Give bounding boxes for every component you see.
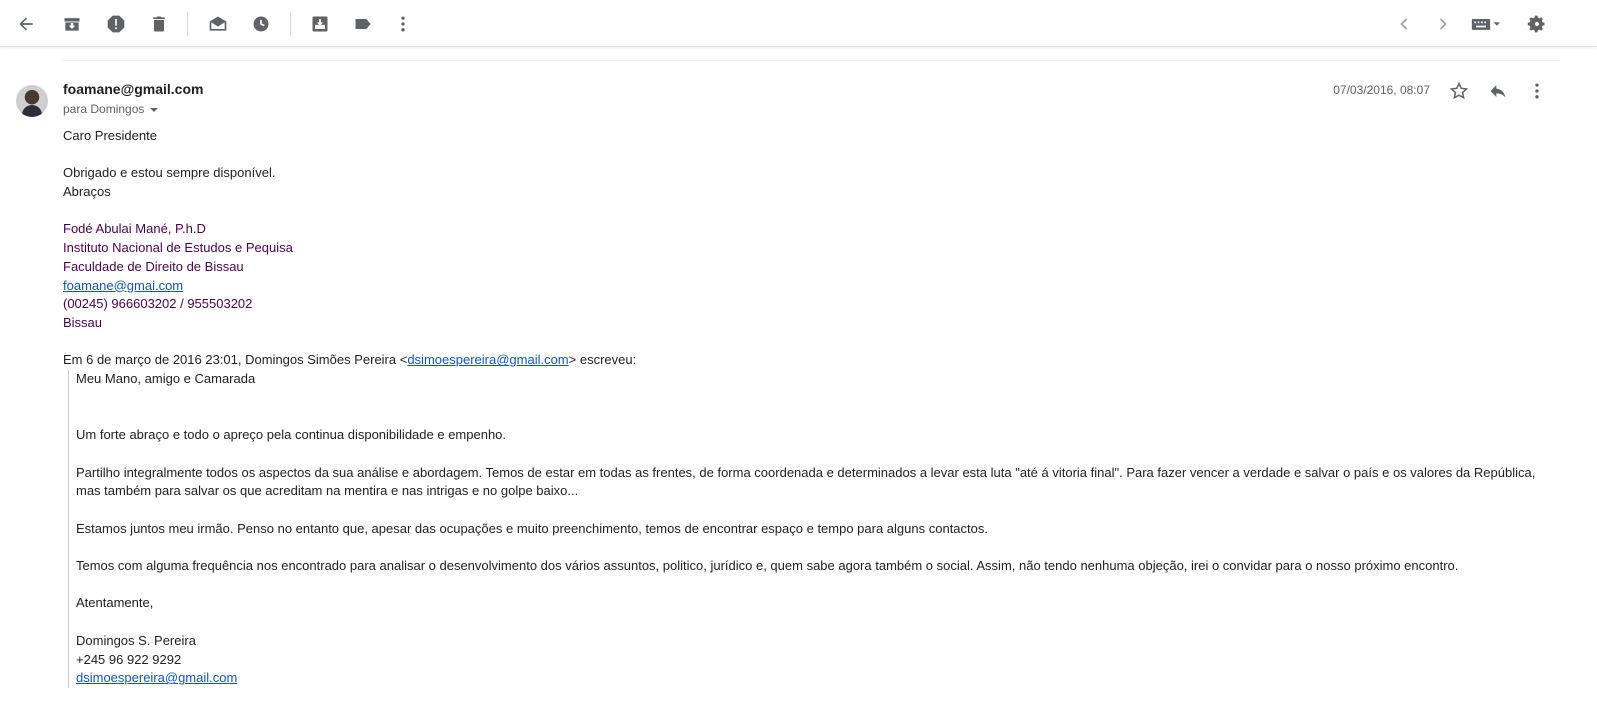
chevron-left-icon[interactable] <box>1392 12 1416 36</box>
quoted-paragraph: Um forte abraço e todo o apreço pela con… <box>76 427 507 443</box>
recipient-details[interactable]: para Domingos <box>63 102 159 116</box>
header-divider <box>63 60 1560 61</box>
signature: Fodé Abulai Mané, P.h.D Instituto Nacion… <box>63 220 1553 332</box>
report-spam-icon[interactable] <box>104 12 128 36</box>
quoted-closing: Atentamente, <box>76 595 154 611</box>
sender-email[interactable]: foamane@gmail.com <box>63 81 203 97</box>
back-arrow-icon[interactable] <box>14 12 38 36</box>
greeting: Caro Presidente <box>63 128 157 143</box>
caret-down-icon[interactable] <box>150 107 159 112</box>
quoted-message: Meu Mano, amigo e Camarada Um forte abra… <box>68 370 1553 688</box>
quoted-paragraph: Partilho integralmente todos os aspectos… <box>76 464 1536 499</box>
quote-sender-email-link[interactable]: dsimoespereira@gmail.com <box>407 352 568 367</box>
move-to-icon[interactable] <box>308 12 332 36</box>
message-date: 07/03/2016, 08:07 <box>1333 83 1430 97</box>
quoted-signature-phone: +245 96 922 9292 <box>76 651 182 667</box>
body-line: Obrigado e estou sempre disponível. <box>63 165 276 181</box>
recipient-label: para Domingos <box>63 102 145 116</box>
chevron-right-icon[interactable] <box>1431 12 1455 36</box>
quote-header: Em 6 de março de 2016 23:01, Domingos Si… <box>63 352 637 368</box>
quoted-paragraph: Temos com alguma frequência nos encontra… <box>76 558 1459 574</box>
signature-email-link[interactable]: foamane@gmai.com <box>63 278 183 293</box>
keyboard-icon[interactable] <box>1467 12 1505 36</box>
signature-city: Bissau <box>63 315 103 330</box>
avatar[interactable] <box>16 85 48 117</box>
signature-phone: (00245) 966603202 / 955503202 <box>63 296 253 312</box>
body-line: Abraços <box>63 184 111 200</box>
more-vert-icon[interactable] <box>1526 80 1548 102</box>
signature-org: Instituto Nacional de Estudos e Pequisa <box>63 240 293 256</box>
signature-org: Faculdade de Direito de Bissau <box>63 258 244 274</box>
archive-icon[interactable] <box>60 12 84 36</box>
quoted-paragraph: Estamos juntos meu irmão. Penso no entan… <box>76 520 988 536</box>
label-icon[interactable] <box>351 12 375 36</box>
more-vert-icon[interactable] <box>391 12 415 36</box>
reply-icon[interactable] <box>1487 80 1509 102</box>
quoted-greeting: Meu Mano, amigo e Camarada <box>76 371 256 387</box>
quoted-signature-name: Domingos S. Pereira <box>76 632 196 648</box>
toolbar <box>0 0 1597 47</box>
message-body: Caro Presidente Obrigado e estou sempre … <box>63 127 1553 688</box>
settings-gear-icon[interactable] <box>1525 12 1549 36</box>
quoted-signature-email-link[interactable]: dsimoespereira@gmail.com <box>76 670 237 685</box>
signature-name: Fodé Abulai Mané, P.h.D <box>63 221 206 237</box>
star-icon[interactable] <box>1448 80 1470 102</box>
mark-unread-icon[interactable] <box>206 12 230 36</box>
snooze-icon[interactable] <box>249 12 273 36</box>
delete-icon[interactable] <box>147 12 171 36</box>
